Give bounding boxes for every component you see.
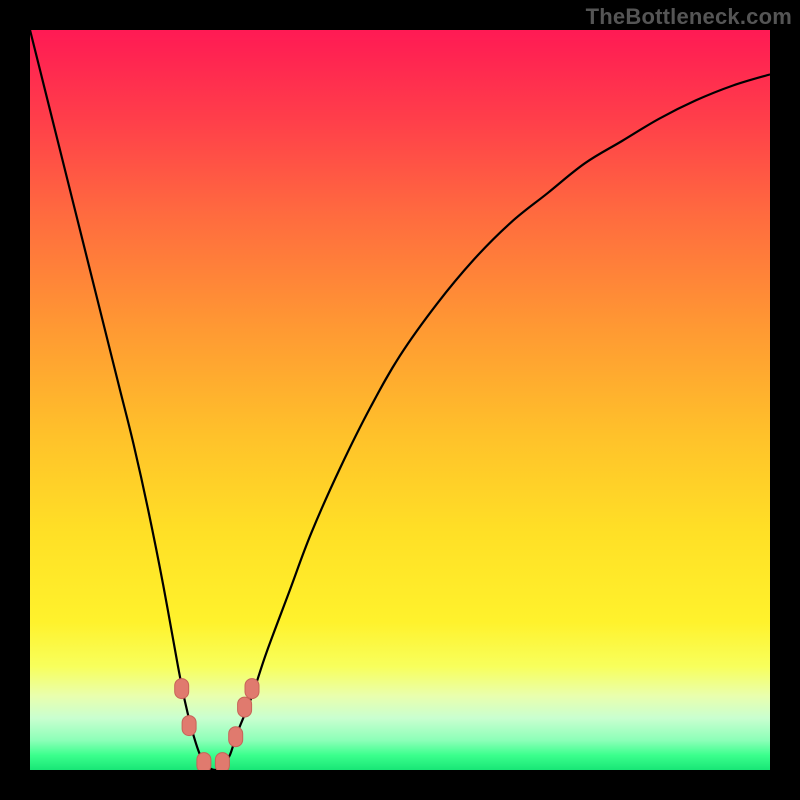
watermark-text: TheBottleneck.com xyxy=(586,4,792,30)
chart-frame xyxy=(30,30,770,770)
background-gradient xyxy=(30,30,770,770)
